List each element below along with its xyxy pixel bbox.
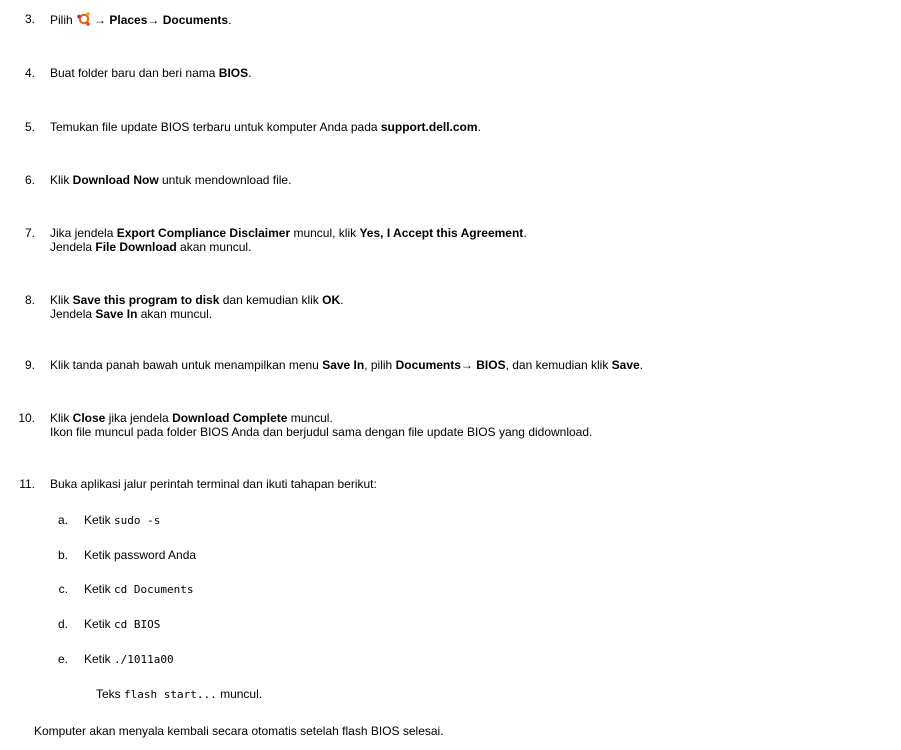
ubuntu-logo-icon (76, 12, 92, 26)
step-text: Buat folder baru dan beri nama BIOS. (50, 66, 252, 80)
substep-letter: e. (57, 652, 68, 666)
command-code: ./1011a00 (114, 653, 174, 666)
step-text: Klik Save this program to disk dan kemud… (50, 293, 344, 321)
step-text: Pilih → Places→ Documents. (50, 12, 232, 27)
step-number: 11. (19, 477, 35, 491)
page: { "steps": [ { "num": "3.", "t0": "Pilih… (0, 0, 901, 750)
substep-letter: b. (57, 548, 68, 562)
step-number: 6. (24, 173, 35, 187)
step-text: Buka aplikasi jalur perintah terminal da… (50, 477, 377, 491)
step-number: 9. (24, 358, 35, 372)
substep-letter: d. (57, 617, 68, 631)
command-code: cd BIOS (114, 618, 161, 631)
step-number: 10. (18, 411, 35, 425)
step-text: Temukan file update BIOS terbaru untuk k… (50, 120, 481, 134)
step-text: Klik tanda panah bawah untuk menampilkan… (50, 358, 644, 372)
substep-text: Ketik cd Documents (84, 582, 194, 596)
command-code: sudo -s (114, 514, 161, 527)
command-code: cd Documents (114, 583, 194, 596)
step-text: Klik Download Now untuk mendownload file… (50, 173, 292, 187)
step-text: Jika jendela Export Compliance Disclaime… (50, 226, 527, 254)
flash-note: Teks flash start... muncul. (96, 687, 263, 701)
step-number: 7. (24, 226, 35, 240)
substep-text: Ketik password Anda (84, 548, 197, 562)
final-note: Komputer akan menyala kembali secara oto… (34, 724, 444, 738)
step-number: 4. (24, 66, 35, 80)
step-number: 3. (24, 12, 35, 26)
substep-text: Ketik ./1011a00 (84, 652, 174, 666)
flash-message-code: flash start... (124, 688, 217, 701)
substep-text: Ketik cd BIOS (84, 617, 161, 631)
substep-letter: a. (57, 513, 68, 527)
substep-text: Ketik sudo -s (84, 513, 161, 527)
step-text: Klik Close jika jendela Download Complet… (50, 411, 593, 439)
step-number: 5. (24, 120, 35, 134)
step-number: 8. (24, 293, 35, 307)
substep-letter: c. (58, 582, 68, 596)
